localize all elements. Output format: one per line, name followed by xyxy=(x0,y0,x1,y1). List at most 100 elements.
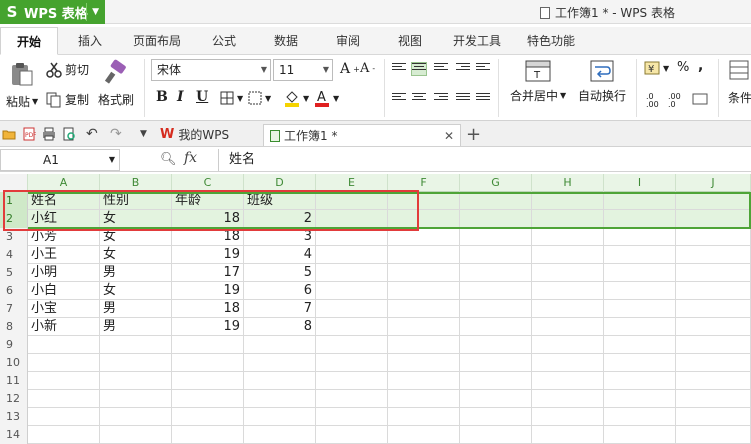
cell[interactable] xyxy=(460,408,532,426)
cell[interactable] xyxy=(244,336,316,354)
bold-button[interactable]: B xyxy=(156,89,168,105)
cell[interactable] xyxy=(460,192,532,210)
cell[interactable]: 19 xyxy=(172,246,244,264)
align-left-icon[interactable] xyxy=(392,93,406,105)
align-right-icon[interactable] xyxy=(434,93,448,105)
cell[interactable] xyxy=(172,336,244,354)
cell[interactable]: 18 xyxy=(172,300,244,318)
cell[interactable] xyxy=(316,426,388,444)
cell[interactable] xyxy=(28,390,100,408)
cell[interactable] xyxy=(460,336,532,354)
column-header-c[interactable]: C xyxy=(172,174,244,192)
indent-increase-icon[interactable] xyxy=(476,63,490,75)
cell[interactable] xyxy=(28,354,100,372)
cell[interactable] xyxy=(460,300,532,318)
cell[interactable] xyxy=(244,426,316,444)
cell[interactable]: 姓名 xyxy=(28,192,100,210)
cell[interactable] xyxy=(28,408,100,426)
cell[interactable]: 男 xyxy=(100,318,172,336)
align-bottom-icon[interactable] xyxy=(434,63,448,75)
cell[interactable] xyxy=(28,426,100,444)
tab-view[interactable]: 视图 xyxy=(384,27,436,55)
cell[interactable] xyxy=(532,192,604,210)
cell[interactable] xyxy=(316,318,388,336)
cell[interactable]: 小新 xyxy=(28,318,100,336)
number-format-icon[interactable] xyxy=(692,93,708,105)
cell[interactable] xyxy=(100,372,172,390)
cell[interactable] xyxy=(28,372,100,390)
formula-input[interactable]: 姓名 xyxy=(218,149,751,171)
cell[interactable] xyxy=(388,408,460,426)
cell[interactable]: 女 xyxy=(100,282,172,300)
cell[interactable] xyxy=(532,228,604,246)
cell[interactable] xyxy=(676,336,751,354)
cell[interactable]: 年龄 xyxy=(172,192,244,210)
new-tab-plus-icon[interactable]: + xyxy=(466,124,481,146)
cell[interactable] xyxy=(100,426,172,444)
cell[interactable] xyxy=(676,282,751,300)
cell[interactable] xyxy=(100,408,172,426)
close-icon[interactable]: ✕ xyxy=(444,125,454,147)
align-middle-icon[interactable] xyxy=(411,62,427,76)
cell[interactable] xyxy=(172,426,244,444)
cell[interactable]: 小红 xyxy=(28,210,100,228)
grow-font-icon[interactable]: A + xyxy=(340,61,360,77)
cell[interactable] xyxy=(532,210,604,228)
cell[interactable] xyxy=(676,426,751,444)
column-header-h[interactable]: H xyxy=(532,174,604,192)
fill-color-button[interactable]: ▼ xyxy=(284,89,309,107)
cell[interactable] xyxy=(604,408,676,426)
cell[interactable] xyxy=(604,192,676,210)
cell-style-button[interactable]: ▼ xyxy=(248,91,271,105)
cell[interactable]: 小明 xyxy=(28,264,100,282)
cell[interactable] xyxy=(388,300,460,318)
cell[interactable] xyxy=(172,408,244,426)
cell[interactable]: 女 xyxy=(100,246,172,264)
cell[interactable]: 2 xyxy=(244,210,316,228)
cell[interactable] xyxy=(316,336,388,354)
cell[interactable] xyxy=(676,408,751,426)
pdf-icon[interactable]: PDF xyxy=(22,127,36,141)
cell[interactable] xyxy=(316,264,388,282)
cell[interactable] xyxy=(604,264,676,282)
column-header-d[interactable]: D xyxy=(244,174,316,192)
italic-button[interactable]: I xyxy=(177,89,184,105)
indent-decrease-icon[interactable] xyxy=(456,63,470,75)
cell[interactable] xyxy=(532,282,604,300)
cell[interactable] xyxy=(676,246,751,264)
border-button[interactable]: ▼ xyxy=(220,91,243,105)
cell[interactable] xyxy=(460,372,532,390)
cell[interactable]: 17 xyxy=(172,264,244,282)
doc-tab-my-wps[interactable]: W 我的WPS xyxy=(160,124,229,146)
row-header[interactable]: 3 xyxy=(0,228,28,246)
cell[interactable] xyxy=(604,282,676,300)
cell[interactable] xyxy=(172,354,244,372)
cell[interactable]: 7 xyxy=(244,300,316,318)
cell[interactable]: 18 xyxy=(172,210,244,228)
cell[interactable] xyxy=(316,192,388,210)
row-header[interactable]: 12 xyxy=(0,390,28,408)
cell[interactable] xyxy=(244,390,316,408)
align-center-icon[interactable] xyxy=(412,93,426,105)
row-header[interactable]: 11 xyxy=(0,372,28,390)
cell[interactable] xyxy=(532,246,604,264)
justify-icon[interactable] xyxy=(456,93,470,105)
row-header[interactable]: 5 xyxy=(0,264,28,282)
cell[interactable] xyxy=(604,354,676,372)
column-header-g[interactable]: G xyxy=(460,174,532,192)
cell[interactable] xyxy=(388,228,460,246)
cell[interactable]: 小宝 xyxy=(28,300,100,318)
cell[interactable] xyxy=(388,354,460,372)
font-color-button[interactable]: A ▼ xyxy=(314,89,339,107)
cell[interactable]: 小王 xyxy=(28,246,100,264)
chevron-down-icon[interactable]: ▼ xyxy=(140,127,154,141)
cell[interactable] xyxy=(100,354,172,372)
align-top-icon[interactable] xyxy=(392,63,406,75)
tab-special-features[interactable]: 特色功能 xyxy=(518,27,584,55)
column-header-a[interactable]: A xyxy=(28,174,100,192)
print-preview-icon[interactable] xyxy=(62,127,76,141)
cell[interactable]: 19 xyxy=(172,282,244,300)
cell[interactable] xyxy=(388,192,460,210)
distribute-icon[interactable] xyxy=(476,93,490,105)
cell[interactable] xyxy=(604,390,676,408)
